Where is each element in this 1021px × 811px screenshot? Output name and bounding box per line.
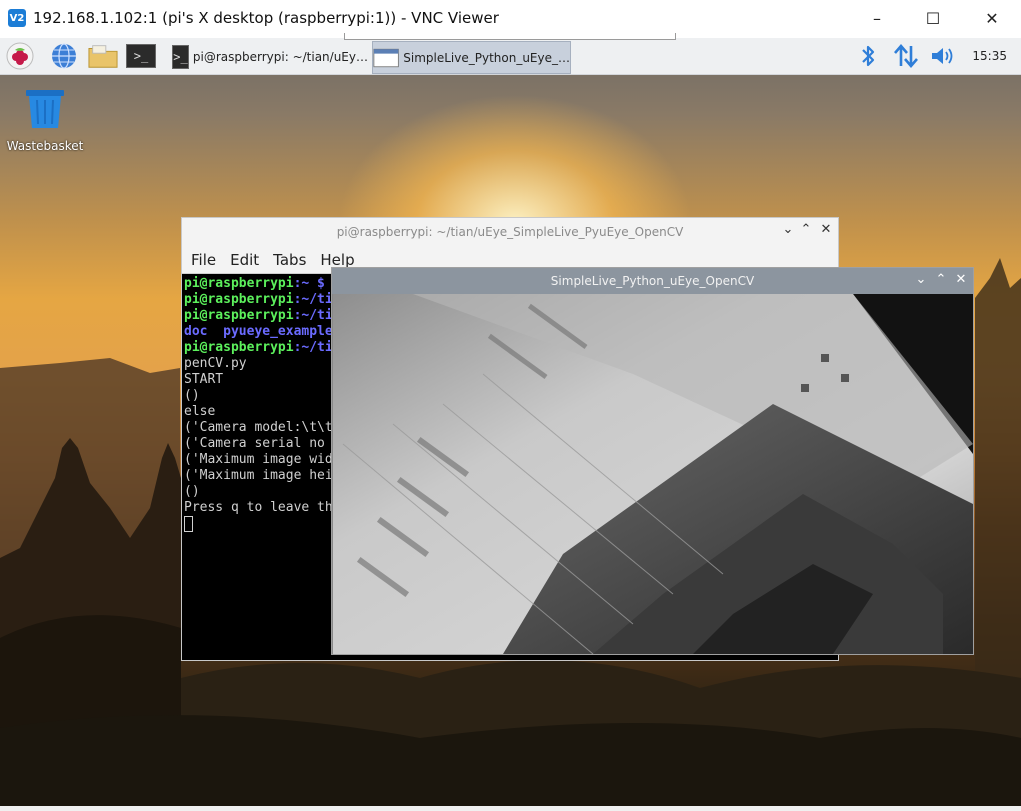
- terminal-launcher-icon[interactable]: >_: [126, 41, 156, 71]
- window-menu-icon[interactable]: ⌄: [779, 222, 797, 237]
- terminal-text-segment: :~/ti: [293, 308, 333, 323]
- terminal-text-segment: penCV.py: [184, 356, 247, 371]
- minimize-button[interactable]: –: [847, 0, 907, 36]
- maximize-button[interactable]: ☐: [903, 0, 963, 36]
- volume-icon[interactable]: [928, 41, 958, 71]
- camera-title: SimpleLive_Python_uEye_OpenCV: [550, 274, 755, 288]
- menu-help[interactable]: Help: [320, 251, 354, 269]
- raspberry-menu-icon[interactable]: [5, 41, 35, 71]
- restore-icon[interactable]: ⌃: [932, 272, 950, 287]
- terminal-text-segment: START: [184, 372, 224, 387]
- vnc-toolbar-handle[interactable]: [344, 33, 676, 40]
- wastebasket-desktop-item[interactable]: Wastebasket: [6, 86, 84, 153]
- terminal-text-segment: pi@raspberrypi: [184, 340, 294, 355]
- bluetooth-icon[interactable]: [853, 41, 883, 71]
- taskbar: >_ >_ pi@raspberrypi: ~/tian/uEy… Simple…: [0, 38, 1021, 75]
- camera-frame-image: [333, 294, 973, 654]
- terminal-text-segment: Press q to leave th: [184, 500, 333, 515]
- restore-icon[interactable]: ⌃: [797, 222, 815, 237]
- task-label: SimpleLive_Python_uEye_…: [403, 50, 570, 65]
- vnc-titlebar: V2 192.168.1.102:1 (pi's X desktop (rasp…: [0, 0, 1021, 36]
- terminal-text-segment: ('Maximum image wid: [184, 452, 333, 467]
- terminal-text-segment: pi@raspberrypi: [184, 276, 294, 291]
- taskbar-task-camera[interactable]: SimpleLive_Python_uEye_…: [372, 41, 571, 74]
- network-transfer-icon[interactable]: [891, 41, 921, 71]
- camera-window[interactable]: SimpleLive_Python_uEye_OpenCV ⌄ ⌃ ✕: [331, 267, 974, 655]
- vnc-logo-icon: V2: [8, 9, 26, 27]
- terminal-close-icon[interactable]: ✕: [817, 222, 835, 237]
- wastebasket-label: Wastebasket: [6, 139, 84, 153]
- terminal-titlebar[interactable]: pi@raspberrypi: ~/tian/uEye_SimpleLive_P…: [182, 218, 838, 246]
- terminal-task-icon: >_: [172, 44, 189, 69]
- terminal-text-segment: ('Maximum image hei: [184, 468, 333, 483]
- file-manager-icon[interactable]: [88, 41, 118, 71]
- menu-file[interactable]: File: [191, 251, 216, 269]
- terminal-text-segment: pi@raspberrypi: [184, 292, 294, 307]
- terminal-text-segment: :~/ti: [293, 292, 333, 307]
- vnc-bottom-edge: [0, 806, 1021, 811]
- terminal-text-segment: (): [184, 388, 200, 403]
- window-menu-icon[interactable]: ⌄: [912, 272, 930, 287]
- clock: 15:35: [972, 49, 1007, 63]
- terminal-text-segment: doc pyueye_example: [184, 324, 333, 339]
- terminal-text-segment: ('Camera serial no: [184, 436, 325, 451]
- terminal-cursor: [184, 516, 193, 532]
- window-task-icon: [373, 48, 399, 67]
- camera-close-icon[interactable]: ✕: [952, 272, 970, 287]
- terminal-glyph: >_: [126, 44, 156, 68]
- window-title: 192.168.1.102:1 (pi's X desktop (raspber…: [33, 9, 499, 27]
- menu-edit[interactable]: Edit: [230, 251, 259, 269]
- camera-titlebar[interactable]: SimpleLive_Python_uEye_OpenCV ⌄ ⌃ ✕: [332, 268, 973, 294]
- terminal-text-segment: (): [184, 484, 200, 499]
- terminal-title: pi@raspberrypi: ~/tian/uEye_SimpleLive_P…: [336, 225, 684, 239]
- menu-tabs[interactable]: Tabs: [273, 251, 306, 269]
- terminal-text-segment: ('Camera model:\t\t: [184, 420, 333, 435]
- terminal-text-segment: :~/ti: [293, 340, 333, 355]
- task-label: pi@raspberrypi: ~/tian/uEy…: [192, 49, 368, 64]
- camera-live-feed: [333, 294, 973, 654]
- web-browser-icon[interactable]: [49, 41, 79, 71]
- terminal-text-segment: pi@raspberrypi: [184, 308, 294, 323]
- close-button[interactable]: ✕: [962, 0, 1021, 36]
- taskbar-task-terminal[interactable]: >_ pi@raspberrypi: ~/tian/uEy…: [172, 41, 368, 72]
- terminal-text-segment: :~ $: [293, 276, 325, 291]
- terminal-text-segment: else: [184, 404, 216, 419]
- wastebasket-icon: [26, 90, 64, 128]
